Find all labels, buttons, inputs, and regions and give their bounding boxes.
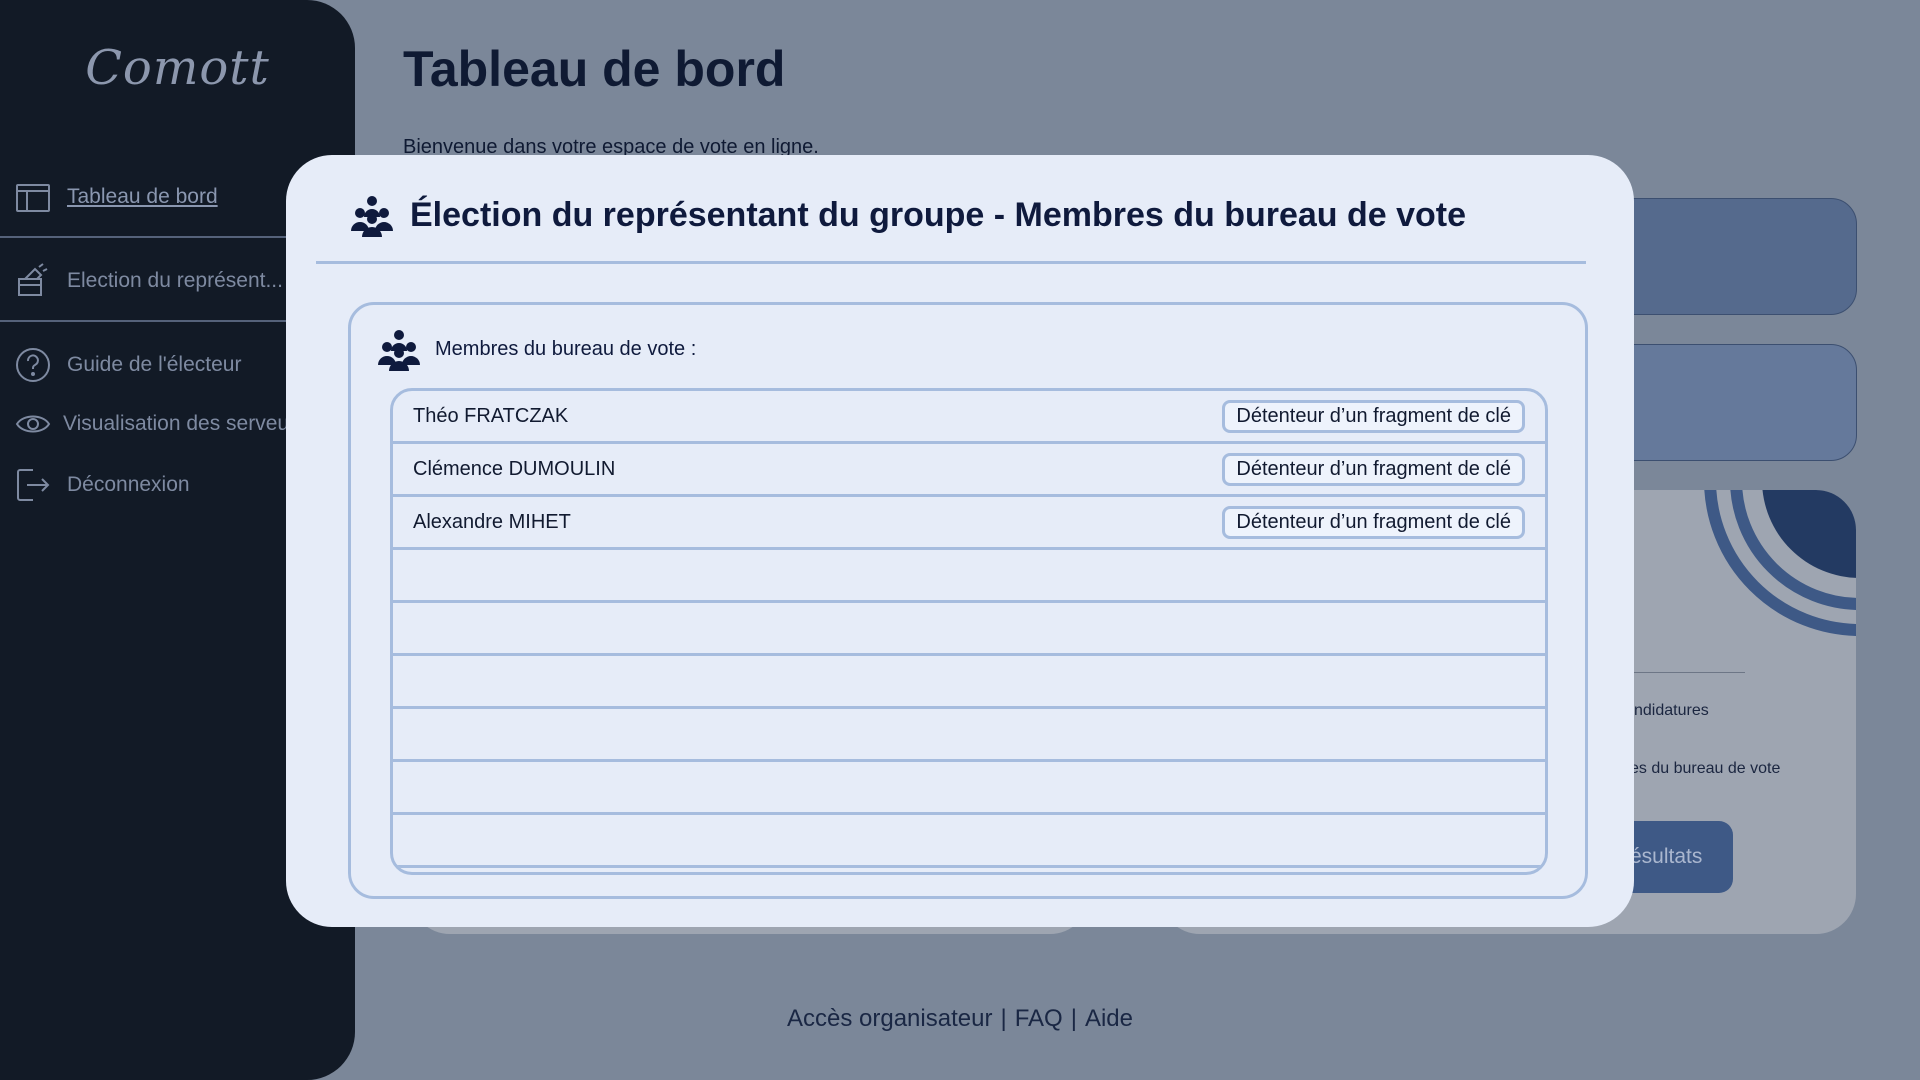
sidebar-item-label: Election du représent...	[67, 269, 283, 292]
empty-row	[393, 762, 1545, 815]
footer: Accès organisateur | FAQ | Aide	[0, 1005, 1920, 1033]
section-label: Membres du bureau de vote :	[435, 337, 697, 360]
empty-row	[393, 709, 1545, 762]
link-candidatures[interactable]: ndidatures	[1634, 702, 1709, 720]
group-icon	[378, 330, 420, 371]
election-card[interactable]	[1600, 198, 1857, 315]
dashboard-icon	[16, 184, 50, 212]
table-row: Alexandre MIHET Détenteur d’un fragment …	[393, 497, 1545, 550]
help-circle-icon	[16, 348, 50, 382]
role-badge: Détenteur d’un fragment de clé	[1222, 399, 1525, 433]
eye-icon	[15, 415, 51, 433]
sidebar-item-label: Déconnexion	[67, 473, 190, 496]
decorative-arcs-icon	[1704, 490, 1856, 636]
link-bureau-members[interactable]: es du bureau de vote	[1630, 760, 1780, 778]
footer-separator: |	[1000, 1005, 1007, 1032]
members-section: Membres du bureau de vote : Théo FRATCZA…	[348, 302, 1588, 899]
empty-row	[393, 656, 1545, 709]
modal-header: Élection du représentant du groupe - Mem…	[350, 193, 1466, 237]
footer-link-organizer[interactable]: Accès organisateur	[787, 1005, 992, 1032]
divider	[1620, 672, 1745, 673]
footer-separator: |	[1070, 1005, 1077, 1032]
role-badge: Détenteur d’un fragment de clé	[1222, 452, 1525, 486]
footer-link-faq[interactable]: FAQ	[1015, 1005, 1063, 1032]
app-logo[interactable]: Comott	[0, 40, 355, 96]
member-name: Théo FRATCZAK	[413, 404, 569, 427]
logout-icon	[17, 469, 50, 501]
footer-link-help[interactable]: Aide	[1085, 1005, 1133, 1032]
divider	[316, 261, 1586, 264]
ballot-icon	[18, 263, 48, 296]
sidebar-item-label: Visualisation des serveurs	[63, 412, 307, 435]
table-row: Clémence DUMOULIN Détenteur d’un fragmen…	[393, 444, 1545, 497]
divider	[0, 320, 290, 322]
empty-row	[393, 815, 1545, 868]
divider	[0, 236, 290, 238]
empty-row	[393, 550, 1545, 603]
results-button-label: ésultats	[1630, 845, 1703, 868]
modal-title: Élection du représentant du groupe - Mem…	[410, 195, 1467, 234]
page-title: Tableau de bord	[403, 41, 786, 97]
members-list[interactable]: Théo FRATCZAK Détenteur d’un fragment de…	[390, 388, 1548, 875]
table-row: Théo FRATCZAK Détenteur d’un fragment de…	[393, 391, 1545, 444]
members-modal: Élection du représentant du groupe - Mem…	[286, 155, 1634, 927]
group-icon	[351, 196, 393, 237]
empty-row	[393, 603, 1545, 656]
role-badge: Détenteur d’un fragment de clé	[1222, 505, 1525, 539]
election-card[interactable]	[1600, 344, 1857, 461]
sidebar-item-label: Guide de l'électeur	[67, 353, 242, 376]
section-header: Membres du bureau de vote :	[377, 327, 696, 371]
member-name: Clémence DUMOULIN	[413, 457, 616, 480]
member-name: Alexandre MIHET	[413, 510, 571, 533]
sidebar-item-label: Tableau de bord	[67, 185, 218, 208]
